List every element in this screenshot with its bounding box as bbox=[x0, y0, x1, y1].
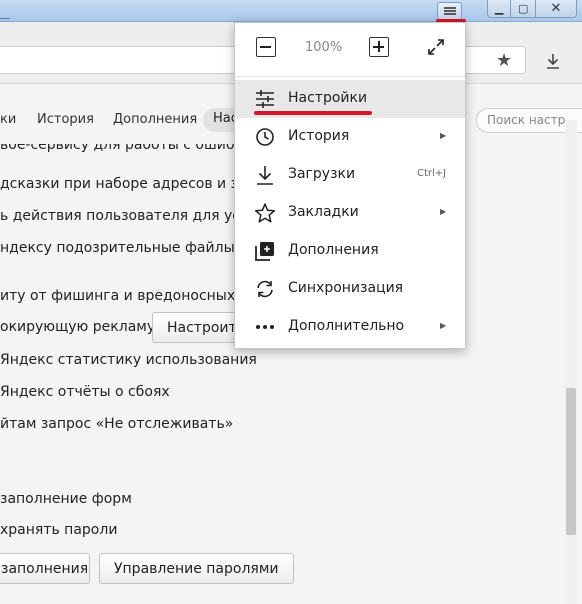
title-bar-edge bbox=[0, 18, 10, 19]
download-icon bbox=[254, 164, 276, 186]
clock-icon bbox=[254, 126, 276, 148]
tab-extensions[interactable]: Дополнения bbox=[113, 112, 197, 127]
maximize-button[interactable]: ▢ bbox=[511, 0, 536, 18]
scrollbar-thumb[interactable] bbox=[566, 388, 576, 535]
fullscreen-icon[interactable] bbox=[426, 37, 446, 57]
setting-suspicious-files[interactable]: ндексу подозрительные файлы и и bbox=[0, 240, 262, 256]
setting-form-autofill[interactable]: заполнение форм bbox=[0, 491, 132, 507]
shortcut-label: Ctrl+J bbox=[417, 168, 447, 179]
zoom-out-button[interactable] bbox=[256, 37, 276, 57]
setting-crash-reports[interactable]: Яндекс отчёты о сбоях bbox=[0, 384, 170, 400]
submenu-arrow-icon: ▶ bbox=[440, 131, 447, 140]
extensions-icon bbox=[254, 240, 276, 262]
zoom-in-button[interactable] bbox=[369, 37, 389, 57]
menu-item-downloads[interactable]: Загрузки Ctrl+J bbox=[235, 156, 465, 194]
setting-do-not-track[interactable]: йтам запрос «Не отслеживать» bbox=[0, 416, 233, 432]
more-dots-icon bbox=[254, 316, 276, 338]
zoom-level: 100% bbox=[305, 40, 343, 55]
setting-block-ads[interactable]: окирующую рекламу bbox=[0, 319, 155, 335]
browser-main-menu: 100% Настройки История ▶ Загрузки Ctrl+J bbox=[234, 22, 466, 349]
star-icon[interactable]: ★ bbox=[496, 50, 512, 71]
hamburger-icon bbox=[444, 7, 456, 15]
close-button[interactable]: ✕ bbox=[535, 0, 577, 18]
star-icon bbox=[254, 202, 276, 224]
setting-save-passwords[interactable]: хранять пароли bbox=[0, 522, 117, 538]
setting-address-suggestions[interactable]: дсказки при наборе адресов и зап bbox=[0, 176, 256, 192]
setting-usage-stats[interactable]: Яндекс статистику использования bbox=[0, 352, 257, 368]
browser-menu-button[interactable] bbox=[437, 2, 462, 20]
menu-item-label: Загрузки bbox=[288, 166, 356, 182]
sliders-icon bbox=[254, 88, 276, 110]
zoom-controls: 100% bbox=[235, 23, 465, 77]
manage-passwords-button[interactable]: Управление паролями bbox=[99, 553, 294, 584]
window-controls: ▁ ▢ ✕ bbox=[487, 0, 577, 18]
submenu-arrow-icon: ▶ bbox=[440, 321, 447, 330]
menu-item-label: Настройки bbox=[288, 90, 368, 106]
menu-item-label: Дополнительно bbox=[288, 318, 405, 334]
menu-item-label: Дополнения bbox=[288, 242, 379, 258]
menu-item-label: Синхронизация bbox=[288, 280, 404, 296]
minimize-button[interactable]: ▁ bbox=[487, 0, 512, 18]
submenu-arrow-icon: ▶ bbox=[440, 207, 447, 216]
menu-item-label: Закладки bbox=[288, 204, 359, 220]
tab-partial[interactable]: ки bbox=[0, 112, 16, 127]
setting-user-actions[interactable]: ь действия пользователя для уско bbox=[0, 208, 257, 224]
setting-phishing-protection[interactable]: иту от фишинга и вредоносных про bbox=[0, 288, 266, 304]
annotation-underline-settings bbox=[254, 111, 372, 115]
autofill-settings-button[interactable]: заполнения bbox=[0, 553, 90, 584]
plus-icon-v bbox=[377, 41, 380, 52]
menu-item-label: История bbox=[288, 128, 350, 144]
settings-line-cutoff: вое-сервису для работы с ошибка bbox=[0, 144, 252, 153]
menu-item-history[interactable]: История ▶ bbox=[235, 118, 465, 156]
menu-item-sync[interactable]: Синхронизация bbox=[235, 270, 465, 308]
title-bar: ▁ ▢ ✕ bbox=[0, 0, 582, 22]
minus-icon bbox=[260, 45, 271, 48]
menu-item-bookmarks[interactable]: Закладки ▶ bbox=[235, 194, 465, 232]
tab-history[interactable]: История bbox=[37, 112, 94, 127]
download-icon[interactable] bbox=[540, 48, 566, 74]
menu-item-extensions[interactable]: Дополнения bbox=[235, 232, 465, 270]
menu-item-more[interactable]: Дополнительно ▶ bbox=[235, 308, 465, 346]
sync-icon bbox=[254, 278, 276, 300]
